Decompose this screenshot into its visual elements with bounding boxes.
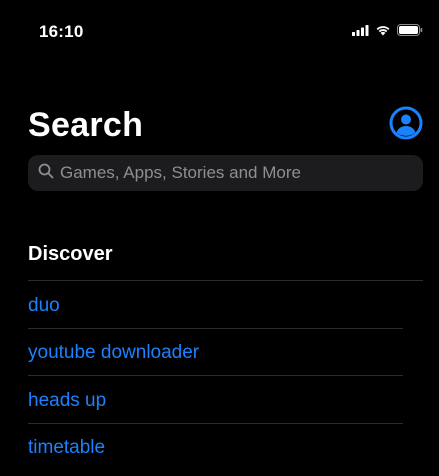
status-bar: 16:10 xyxy=(0,0,439,60)
wifi-icon xyxy=(375,24,391,36)
divider xyxy=(28,375,403,376)
search-input[interactable] xyxy=(60,155,423,191)
status-icons xyxy=(352,24,423,36)
person-circle-icon xyxy=(389,106,423,144)
divider xyxy=(28,423,403,424)
discover-item[interactable]: timetable xyxy=(28,436,105,460)
search-icon xyxy=(38,163,54,184)
discover-item[interactable]: heads up xyxy=(28,389,106,413)
divider xyxy=(28,280,423,281)
search-bar[interactable] xyxy=(28,155,423,191)
discover-item[interactable]: youtube downloader xyxy=(28,341,199,365)
discover-heading: Discover xyxy=(28,243,113,265)
cellular-signal-icon xyxy=(352,24,369,36)
account-button[interactable] xyxy=(389,106,423,140)
discover-item[interactable]: duo xyxy=(28,294,60,318)
divider xyxy=(28,328,403,329)
page-title: Search xyxy=(28,106,144,144)
header: Search xyxy=(28,105,423,149)
status-time: 16:10 xyxy=(39,22,84,41)
battery-icon xyxy=(397,24,423,36)
